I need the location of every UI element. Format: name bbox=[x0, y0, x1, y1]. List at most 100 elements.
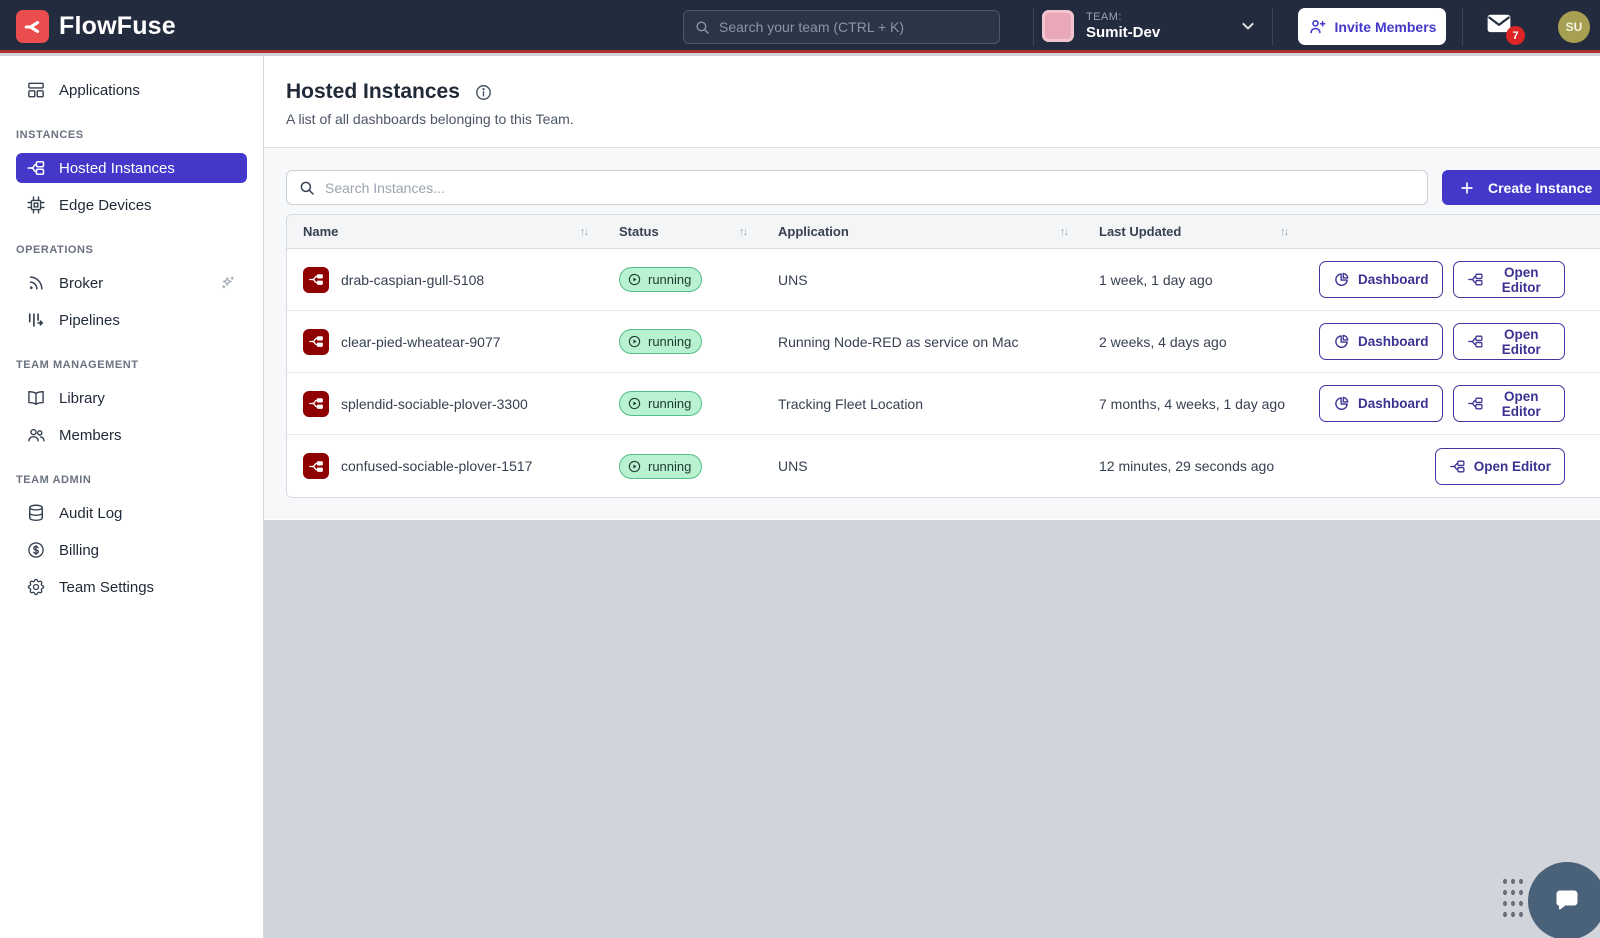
search-icon bbox=[298, 179, 316, 197]
team-search-box[interactable] bbox=[683, 10, 1000, 44]
column-header-last-updated[interactable]: Last Updated↑↓ bbox=[1083, 224, 1303, 239]
pie-chart-icon bbox=[1333, 271, 1350, 288]
table-row[interactable]: splendid-sociable-plover-3300 running Tr… bbox=[287, 373, 1600, 435]
chevron-down-icon[interactable] bbox=[1238, 16, 1258, 36]
sidebar-item-label: Team Settings bbox=[59, 579, 154, 596]
table-body: drab-caspian-gull-5108 running UNS 1 wee… bbox=[287, 249, 1600, 497]
notifications-button[interactable]: 7 bbox=[1486, 13, 1526, 47]
pie-chart-icon bbox=[1333, 395, 1350, 412]
invite-members-button[interactable]: Invite Members bbox=[1298, 8, 1446, 45]
table-row[interactable]: drab-caspian-gull-5108 running UNS 1 wee… bbox=[287, 249, 1600, 311]
sidebar-item-library[interactable]: Library bbox=[16, 383, 247, 413]
sort-icon[interactable]: ↑↓ bbox=[1280, 226, 1287, 238]
team-switcher[interactable]: TEAM: Sumit-Dev bbox=[1042, 10, 1160, 42]
create-instance-button[interactable]: Create Instance bbox=[1442, 170, 1600, 205]
chat-bubble-icon bbox=[1549, 883, 1585, 919]
sidebar-item-label: Billing bbox=[59, 542, 99, 559]
chip-icon bbox=[26, 195, 46, 215]
sidebar-item-applications[interactable]: Applications bbox=[16, 75, 247, 105]
dashboard-button[interactable]: Dashboard bbox=[1319, 323, 1443, 360]
open-editor-button[interactable]: Open Editor bbox=[1453, 261, 1565, 298]
widget-drag-handle[interactable] bbox=[1501, 876, 1525, 920]
table-row[interactable]: confused-sociable-plover-1517 running UN… bbox=[287, 435, 1600, 497]
node-red-instance-icon bbox=[303, 329, 329, 355]
sidebar-item-label: Members bbox=[59, 427, 122, 444]
sidebar-item-team-settings[interactable]: Team Settings bbox=[16, 572, 247, 602]
status-badge: running bbox=[619, 391, 702, 416]
top-navbar: FlowFuse TEAM: Sumit-Dev Invite Members bbox=[0, 0, 1600, 53]
sidebar-item-hosted-instances[interactable]: Hosted Instances bbox=[16, 153, 247, 183]
sidebar-item-label: Hosted Instances bbox=[59, 160, 175, 177]
sidebar-section-instances: INSTANCES bbox=[16, 129, 247, 141]
instance-name: confused-sociable-plover-1517 bbox=[341, 458, 532, 474]
page-title: Hosted Instances bbox=[286, 80, 460, 104]
application-name: UNS bbox=[762, 272, 1083, 288]
node-red-instance-icon bbox=[303, 453, 329, 479]
sidebar-item-pipelines[interactable]: Pipelines bbox=[16, 305, 247, 335]
notification-count-badge: 7 bbox=[1506, 26, 1525, 45]
application-name: UNS bbox=[762, 458, 1083, 474]
sidebar-item-label: Audit Log bbox=[59, 505, 122, 522]
instance-name: clear-pied-wheatear-9077 bbox=[341, 334, 501, 350]
node-red-fork-icon bbox=[26, 158, 46, 178]
sort-icon[interactable]: ↑↓ bbox=[1060, 226, 1067, 238]
instances-table: Name↑↓ Status↑↓ Application↑↓ Last Updat… bbox=[286, 214, 1600, 498]
sidebar-item-label: Applications bbox=[59, 82, 140, 99]
instances-search-box[interactable] bbox=[286, 170, 1428, 205]
sidebar-item-billing[interactable]: Billing bbox=[16, 535, 247, 565]
instances-search-input[interactable] bbox=[325, 180, 1416, 196]
table-header-row: Name↑↓ Status↑↓ Application↑↓ Last Updat… bbox=[287, 215, 1600, 249]
flowfuse-logo[interactable]: FlowFuse bbox=[16, 10, 176, 43]
column-header-name[interactable]: Name↑↓ bbox=[287, 224, 603, 239]
column-header-status[interactable]: Status↑↓ bbox=[603, 224, 762, 239]
sidebar-item-edge-devices[interactable]: Edge Devices bbox=[16, 190, 247, 220]
user-avatar[interactable]: SU bbox=[1558, 11, 1590, 43]
open-editor-button[interactable]: Open Editor bbox=[1435, 448, 1565, 485]
sparkles-icon bbox=[219, 274, 237, 292]
open-editor-button[interactable]: Open Editor bbox=[1453, 385, 1565, 422]
sort-icon[interactable]: ↑↓ bbox=[580, 226, 587, 238]
info-icon[interactable] bbox=[474, 83, 493, 102]
team-name: Sumit-Dev bbox=[1086, 24, 1160, 41]
sidebar-section-operations: OPERATIONS bbox=[16, 244, 247, 256]
node-red-fork-icon bbox=[1467, 395, 1484, 412]
dashboard-button[interactable]: Dashboard bbox=[1319, 385, 1443, 422]
column-header-application[interactable]: Application↑↓ bbox=[762, 224, 1083, 239]
create-instance-label: Create Instance bbox=[1488, 180, 1592, 196]
sidebar-item-audit-log[interactable]: Audit Log bbox=[16, 498, 247, 528]
sidebar-item-members[interactable]: Members bbox=[16, 420, 247, 450]
user-plus-icon bbox=[1308, 17, 1327, 36]
status-badge: running bbox=[619, 267, 702, 292]
node-red-instance-icon bbox=[303, 267, 329, 293]
node-red-instance-icon bbox=[303, 391, 329, 417]
node-red-fork-icon bbox=[1449, 458, 1466, 475]
application-name: Tracking Fleet Location bbox=[762, 396, 1083, 412]
status-badge: running bbox=[619, 454, 702, 479]
last-updated: 12 minutes, 29 seconds ago bbox=[1083, 458, 1303, 474]
book-icon bbox=[26, 388, 46, 408]
plus-icon bbox=[1458, 179, 1476, 197]
pipelines-icon bbox=[26, 310, 46, 330]
applications-icon bbox=[26, 80, 46, 100]
page-header: Hosted Instances A list of all dashboard… bbox=[264, 56, 1600, 148]
table-row[interactable]: clear-pied-wheatear-9077 running Running… bbox=[287, 311, 1600, 373]
navbar-divider bbox=[1462, 8, 1463, 46]
instance-name: splendid-sociable-plover-3300 bbox=[341, 396, 528, 412]
sidebar: Applications INSTANCES Hosted Instances … bbox=[0, 56, 264, 938]
dashboard-button[interactable]: Dashboard bbox=[1319, 261, 1443, 298]
main-content: Hosted Instances A list of all dashboard… bbox=[264, 56, 1600, 520]
flowfuse-logo-icon bbox=[16, 10, 49, 43]
brand-name: FlowFuse bbox=[59, 12, 176, 41]
page: FlowFuse TEAM: Sumit-Dev Invite Members bbox=[0, 0, 1600, 938]
chat-widget-button[interactable] bbox=[1528, 862, 1600, 938]
open-editor-button[interactable]: Open Editor bbox=[1453, 323, 1565, 360]
last-updated: 2 weeks, 4 days ago bbox=[1083, 334, 1303, 350]
sidebar-item-label: Broker bbox=[59, 275, 103, 292]
sidebar-item-broker[interactable]: Broker bbox=[16, 268, 247, 298]
invite-members-label: Invite Members bbox=[1335, 19, 1437, 35]
broadcast-icon bbox=[26, 273, 46, 293]
search-icon bbox=[694, 19, 711, 36]
sort-icon[interactable]: ↑↓ bbox=[739, 226, 746, 238]
team-search-input[interactable] bbox=[719, 19, 989, 35]
sidebar-section-team-admin: TEAM ADMIN bbox=[16, 474, 247, 486]
